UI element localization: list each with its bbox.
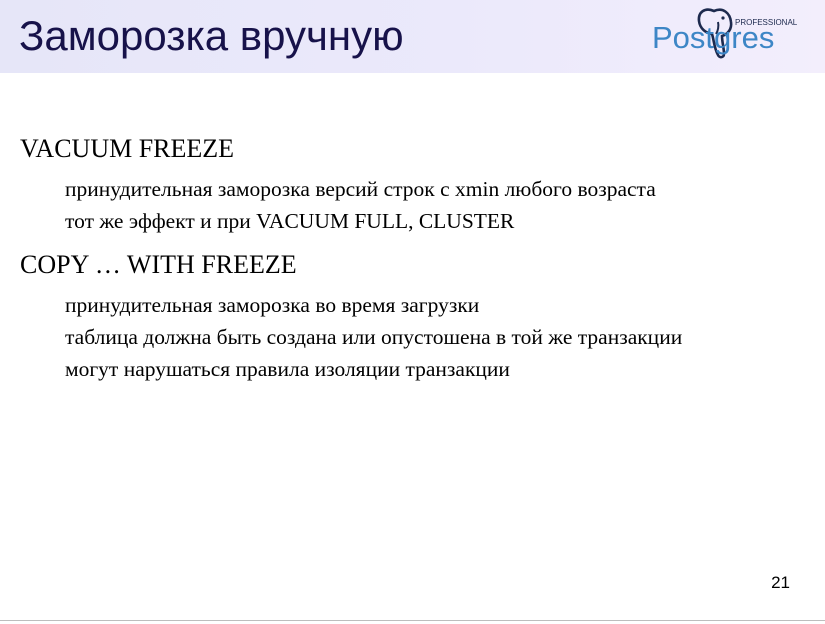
sub-bullet: принудительная заморозка во время загруз…	[65, 293, 480, 317]
sub-bullet: таблица должна быть создана или опустоше…	[65, 325, 683, 349]
sub-bullet: тот же эффект и при VACUUM FULL, CLUSTER	[65, 209, 515, 233]
bullet-vacuum-freeze: VACUUM FREEZE	[20, 134, 235, 163]
page-number: 21	[771, 573, 790, 592]
slide-content: VACUUM FREEZE принудительная заморозка в…	[0, 0, 825, 600]
sub-bullet: могут нарушаться правила изоляции транза…	[65, 357, 510, 381]
bottom-divider	[0, 620, 825, 621]
sub-bullet: принудительная заморозка версий строк с …	[65, 177, 656, 201]
bullet-copy-with-freeze: COPY … WITH FREEZE	[20, 250, 297, 279]
slide: Заморозка вручную Postgres PROFESSIONAL …	[0, 0, 825, 624]
